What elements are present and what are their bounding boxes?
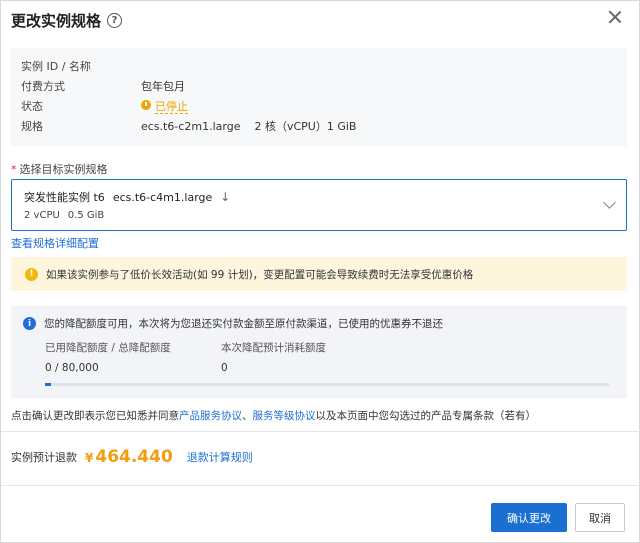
current-spec: ecs.t6-c2m1.large: [141, 119, 241, 133]
target-spec-label-text: 选择目标实例规格: [19, 163, 108, 176]
refund-amount: ¥464.440: [85, 447, 173, 467]
quota-message-text: 您的降配额度可用，本次将为您退还实付款金额至原付款渠道，已使用的优惠券不退还: [44, 318, 443, 330]
status-badge[interactable]: 已停止: [155, 100, 188, 114]
status-value: 已停止: [141, 98, 188, 114]
required-mark: *: [11, 163, 17, 176]
change-spec-dialog: 更改实例规格 ? 实例 ID / 名称 付费方式 包年包月 状态 已停止 规格 …: [0, 0, 640, 543]
current-spec-detail: 2 核（vCPU）1 GiB: [254, 120, 357, 133]
estimate-quota-value: 0: [221, 362, 228, 374]
confirm-change-button[interactable]: 确认更改: [491, 503, 567, 532]
discount-warning: ! 如果该实例参与了低价长效活动(如 99 计划)，变更配置可能会导致续费时无法…: [11, 257, 627, 291]
quota-progress-fill: [45, 383, 51, 386]
info-label: 状态: [21, 100, 43, 113]
spec-family: 突发性能实例 t6: [24, 191, 105, 204]
view-spec-details-link[interactable]: 查看规格详细配置: [11, 235, 99, 251]
info-row-id: 实例 ID / 名称: [21, 58, 141, 74]
stopped-status-icon: [141, 100, 151, 110]
divider: [1, 431, 640, 432]
agreement-sep: 、: [242, 410, 253, 422]
info-icon: i: [23, 317, 36, 330]
info-value: 包年包月: [141, 80, 185, 93]
used-quota-label-text: 已用降配额度 / 总降配额度: [45, 342, 171, 354]
downgrade-quota-panel: i 您的降配额度可用，本次将为您退还实付款金额至原付款渠道，已使用的优惠券不退还…: [11, 306, 627, 398]
selected-spec-line: 突发性能实例 t6 ecs.t6-c4m1.large ↓: [24, 189, 230, 205]
warning-text: 如果该实例参与了低价长效活动(如 99 计划)，变更配置可能会导致续费时无法享受…: [46, 268, 474, 281]
estimate-quota-label: 本次降配预计消耗额度: [221, 342, 326, 354]
quota-message: i 您的降配额度可用，本次将为您退还实付款金额至原付款渠道，已使用的优惠券不退还: [23, 316, 443, 331]
cancel-button[interactable]: 取消: [575, 503, 625, 532]
refund-amount-value: 464.440: [95, 447, 173, 467]
target-spec-select[interactable]: 突发性能实例 t6 ecs.t6-c4m1.large ↓ 2 vCPU 0.5…: [11, 179, 627, 231]
used-quota-label: 已用降配额度 / 总降配额度: [45, 340, 171, 355]
agreement-text: 点击确认更改即表示您已知悉并同意产品服务协议、服务等级协议以及本页面中您勾选过的…: [11, 408, 536, 423]
close-icon[interactable]: [607, 9, 623, 25]
info-row-billing: 付费方式 包年包月: [21, 78, 185, 94]
spec-vcpu: 2 vCPU: [24, 210, 60, 221]
dialog-header: 更改实例规格 ?: [11, 9, 123, 31]
chevron-down-icon[interactable]: [603, 196, 616, 209]
product-agreement-link[interactable]: 产品服务协议: [179, 410, 242, 422]
agreement-prefix: 点击确认更改即表示您已知悉并同意: [11, 410, 179, 422]
spec-name: ecs.t6-c4m1.large: [112, 190, 213, 204]
refund-rules-link[interactable]: 退款计算规则: [187, 449, 253, 465]
refund-summary: 实例预计退款 ¥464.440 退款计算规则: [11, 445, 253, 469]
used-quota-value: 0 / 80,000: [45, 362, 99, 374]
info-label: 规格: [21, 120, 43, 133]
help-icon[interactable]: ?: [107, 12, 123, 28]
selected-spec-resources: 2 vCPU 0.5 GiB: [24, 210, 104, 221]
warning-icon: !: [25, 267, 38, 281]
info-row-spec: 规格 ecs.t6-c2m1.large 2 核（vCPU）1 GiB: [21, 118, 356, 134]
info-label: 实例 ID / 名称: [21, 60, 91, 73]
spec-memory: 0.5 GiB: [67, 210, 105, 221]
agreement-suffix: 以及本页面中您勾选过的产品专属条款（若有）: [315, 410, 537, 422]
currency-symbol: ¥: [85, 451, 94, 465]
info-row-status: 状态 已停止: [21, 98, 188, 114]
footer-divider: [1, 485, 640, 486]
arrow-down-icon: ↓: [220, 190, 231, 204]
refund-label: 实例预计退款: [11, 451, 77, 464]
sla-agreement-link[interactable]: 服务等级协议: [253, 410, 316, 422]
target-spec-label: * 选择目标实例规格: [11, 161, 108, 177]
quota-progress-bar: [45, 383, 609, 386]
info-label: 付费方式: [21, 80, 65, 93]
dialog-title: 更改实例规格: [11, 11, 102, 30]
instance-info-panel: 实例 ID / 名称 付费方式 包年包月 状态 已停止 规格 ecs.t6-c2…: [11, 48, 627, 146]
